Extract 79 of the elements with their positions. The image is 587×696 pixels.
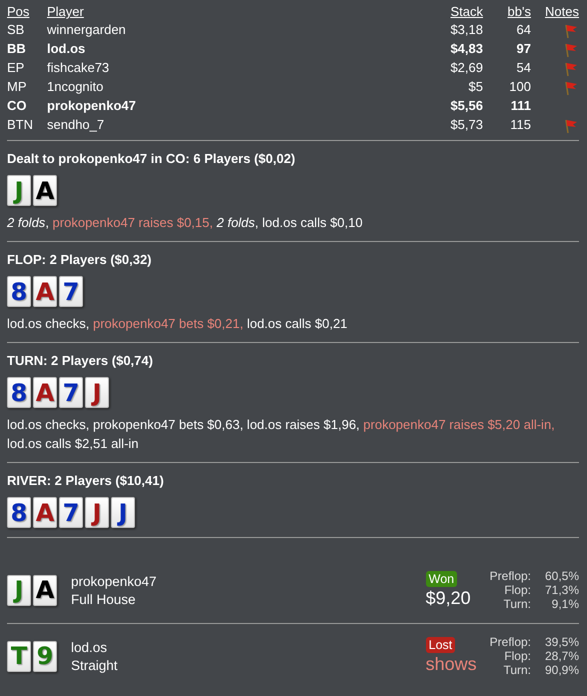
playing-card: A (33, 497, 57, 528)
player-name: sendho_7 (47, 117, 104, 132)
street-title: RIVER: 2 Players ($10,41) (7, 473, 165, 488)
hand-rank: Straight (71, 658, 119, 672)
playing-card: J (111, 497, 135, 528)
action-text: lod.os checks, prokopenko47 bets $0,21, lod.os calls $0,21 (7, 315, 348, 333)
playing-card: 9 (33, 640, 57, 672)
equity-value: 28,7% (544, 649, 579, 663)
position-label: EP (7, 60, 24, 75)
column-header[interactable]: Stack (450, 4, 483, 19)
street-title: Dealt to prokopenko47 in CO: 6 Players ($0,02) (7, 151, 296, 166)
playing-card: J (7, 175, 31, 206)
player-name: 1ncognito (47, 79, 104, 94)
playing-card: 8 (7, 377, 31, 408)
playing-card: A (33, 175, 57, 206)
playing-card: 8 (7, 497, 31, 528)
stack-amount: $5 (468, 79, 483, 94)
position-label: BB (7, 41, 26, 56)
player-name: winnergarden (47, 22, 126, 37)
playing-card: 7 (59, 497, 83, 528)
playing-card: A (33, 574, 57, 606)
big-blinds-count: 64 (516, 22, 531, 37)
playing-card: 8 (7, 276, 31, 307)
flag-icon[interactable] (563, 22, 579, 39)
column-header[interactable]: bb's (508, 4, 531, 19)
flag-icon[interactable] (563, 80, 579, 96)
equity-value: 39,5% (544, 635, 579, 649)
equity-value: 90,9% (544, 663, 579, 677)
column-header[interactable]: Player (47, 4, 84, 19)
stack-amount: $5,56 (450, 98, 483, 113)
player-name: lod.os (71, 640, 108, 654)
flag-icon[interactable] (563, 118, 579, 134)
big-blinds-count: 100 (509, 79, 531, 94)
big-blinds-count: 111 (510, 98, 531, 113)
playing-card: A (33, 276, 57, 307)
stack-amount: $2,69 (450, 60, 483, 75)
action-text: lod.os checks, prokopenko47 bets $0,63, lod.os raises $1,96, prokopenko47 raises $5,20 all-in, lod.os calls $2,51 all-in (7, 416, 556, 453)
player-name: prokopenko47 (47, 98, 136, 113)
playing-card: T (7, 640, 31, 672)
playing-card: 7 (59, 377, 83, 408)
result-badge: Lost (426, 637, 456, 653)
equity-label: Flop: (503, 649, 531, 663)
big-blinds-count: 115 (510, 117, 531, 132)
equity-label: Preflop: (490, 635, 531, 649)
position-label: MP (7, 79, 26, 94)
stack-amount: $4,83 (450, 41, 483, 56)
position-label: SB (7, 22, 24, 37)
playing-card: 7 (59, 276, 83, 307)
street-title: TURN: 2 Players ($0,74) (7, 353, 154, 368)
equity-label: Turn: (502, 663, 531, 677)
equity-value: 71,3% (544, 583, 579, 597)
column-header[interactable]: Pos (7, 4, 30, 19)
equity-label: Flop: (503, 583, 531, 597)
big-blinds-count: 97 (516, 41, 531, 56)
result-badge: Won (426, 571, 458, 587)
stack-amount: $3,18 (450, 22, 483, 37)
playing-card: J (85, 377, 109, 408)
hand-rank: Full House (71, 592, 137, 606)
result-amount: shows (426, 654, 477, 675)
player-name: lod.os (47, 41, 86, 56)
position-label: BTN (7, 117, 33, 132)
column-header[interactable]: Notes (545, 4, 579, 19)
playing-card: A (33, 377, 57, 408)
playing-card: J (85, 497, 109, 528)
street-title: FLOP: 2 Players ($0,32) (7, 252, 153, 267)
stack-amount: $5,73 (450, 117, 483, 132)
player-name: fishcake73 (47, 60, 110, 75)
flag-icon[interactable] (563, 60, 579, 77)
big-blinds-count: 54 (516, 60, 531, 75)
equity-value: 9,1% (550, 597, 579, 611)
flag-icon[interactable] (563, 42, 579, 58)
result-amount: $9,20 (426, 588, 471, 609)
equity-label: Preflop: (490, 569, 531, 583)
player-name: prokopenko47 (71, 574, 158, 588)
action-text: 2 folds, prokopenko47 raises $0,15, 2 folds, lod.os calls $0,10 (7, 214, 364, 232)
equity-label: Turn: (502, 597, 531, 611)
equity-value: 60,5% (544, 569, 579, 583)
playing-card: J (7, 574, 31, 606)
position-label: CO (7, 98, 26, 113)
